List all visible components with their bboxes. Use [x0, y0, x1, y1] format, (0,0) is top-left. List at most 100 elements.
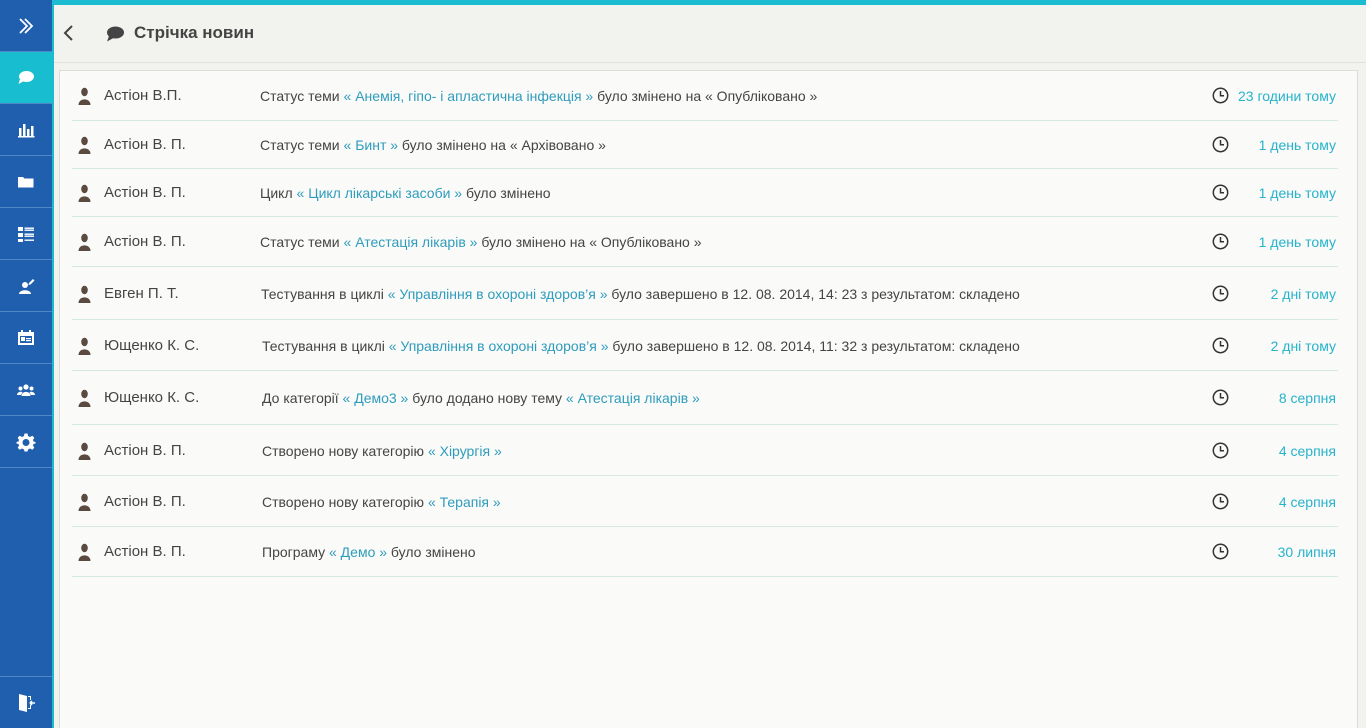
feed-item-link[interactable]: « Атестація лікарів »	[566, 390, 700, 406]
feed-item: Астіон В. П. Статус теми « Атестація ліка…	[72, 217, 1338, 267]
feed-item-user[interactable]: Астіон В. П.	[104, 543, 186, 560]
sidebar-item-groups[interactable]	[0, 364, 52, 416]
feed-item-text: було завершено в 12. 08. 2014, 14: 23 з …	[607, 286, 1020, 302]
clock-icon	[1212, 337, 1229, 354]
feed-item-link[interactable]: « Атестація лікарів »	[344, 234, 478, 250]
user-silhouette-icon	[78, 389, 91, 407]
feed-item-text: Статус теми	[260, 137, 344, 153]
feed-item-time[interactable]: 1 день тому	[1259, 137, 1336, 153]
list-icon	[18, 226, 34, 242]
clock-icon	[1212, 543, 1229, 560]
feed-item-user[interactable]: Ющенко К. С.	[104, 389, 199, 406]
sidebar-expand-button[interactable]	[0, 0, 52, 52]
back-button[interactable]	[60, 21, 76, 45]
sidebar-item-calendar[interactable]	[0, 312, 52, 364]
feed-item-link[interactable]: « Анемія, гіпо- і апластична інфекція »	[344, 88, 594, 104]
feed-item-message: Статус теми « Анемія, гіпо- і апластична…	[260, 88, 817, 104]
feed-item-text: було змінено на « Опубліковано »	[477, 234, 702, 250]
logout-door-icon	[19, 693, 35, 712]
gear-icon	[16, 433, 36, 451]
folder-icon	[18, 176, 34, 187]
feed-item-message: Створено нову категорію « Хірургія »	[262, 443, 502, 459]
clock-icon	[1212, 442, 1229, 459]
feed-item: Астіон В. П. Створено нову категорію « Те…	[72, 476, 1338, 527]
feed-item: Астіон В. П. Цикл « Цикл лікарські засоби…	[72, 169, 1338, 217]
sidebar-item-lists[interactable]	[0, 208, 52, 260]
feed-item-user[interactable]: Астіон В. П.	[104, 442, 186, 459]
feed-item: Ющенко К. С. До категорії « Демо3 » було …	[72, 371, 1338, 425]
feed-item-message: Тестування в циклі « Управління в охорон…	[262, 338, 1020, 354]
page-title: Стрічка новин	[134, 23, 255, 42]
sidebar-item-users[interactable]	[0, 260, 52, 312]
feed-item-link[interactable]: « Демо3 »	[343, 390, 409, 406]
feed-item-time[interactable]: 1 день тому	[1259, 185, 1336, 201]
sidebar-item-folders[interactable]	[0, 156, 52, 208]
feed-item-text: було завершено в 12. 08. 2014, 11: 32 з …	[608, 338, 1020, 354]
feed-item-user[interactable]: Ющенко К. С.	[104, 337, 199, 354]
feed-item-user[interactable]: Астіон В.П.	[104, 87, 182, 104]
sidebar-item-settings[interactable]	[0, 416, 52, 468]
feed-item: Астіон В. П. Створено нову категорію « Хі…	[72, 425, 1338, 476]
feed-item-link[interactable]: « Управління в охороні здоров’я »	[388, 286, 608, 302]
feed-item-text: До категорії	[262, 390, 343, 406]
feed-item-text: було додано нову тему	[408, 390, 566, 406]
feed-item-text: Створено нову категорію	[262, 494, 428, 510]
feed-item-message: Статус теми « Бинт » було змінено на « А…	[260, 137, 606, 153]
feed-item-link[interactable]: « Управління в охороні здоров’я »	[389, 338, 609, 354]
feed-item-message: До категорії « Демо3 » було додано нову …	[262, 390, 700, 406]
feed-item-time[interactable]: 2 дні тому	[1271, 338, 1336, 354]
user-silhouette-icon	[78, 493, 91, 511]
feed-item-link[interactable]: « Хірургія »	[428, 443, 502, 459]
feed-item-text: Тестування в циклі	[261, 286, 388, 302]
chevron-left-icon	[63, 25, 73, 41]
feed-item-time[interactable]: 2 дні тому	[1271, 286, 1336, 302]
clock-icon	[1212, 389, 1229, 406]
feed-item-text: Статус теми	[260, 88, 344, 104]
user-silhouette-icon	[78, 233, 91, 251]
clock-icon	[1212, 493, 1229, 510]
user-silhouette-icon	[78, 87, 91, 105]
user-silhouette-icon	[78, 184, 91, 202]
feed-item-text: Тестування в циклі	[262, 338, 389, 354]
clock-icon	[1212, 285, 1229, 302]
feed-item-message: Цикл « Цикл лікарські засоби » було змін…	[260, 185, 551, 201]
feed-item-time[interactable]: 23 години тому	[1238, 88, 1336, 104]
feed-item-user[interactable]: Астіон В. П.	[104, 493, 186, 510]
feed-item-user[interactable]: Астіон В. П.	[104, 184, 186, 201]
sidebar-item-statistics[interactable]	[0, 104, 52, 156]
page-header: Стрічка новин	[54, 5, 1366, 63]
feed-item-text: було змінено	[387, 544, 476, 560]
feed-item-time[interactable]: 4 серпня	[1279, 443, 1336, 459]
feed-item-time[interactable]: 30 липня	[1278, 544, 1336, 560]
feed-item: Евген П. Т. Тестування в циклі « Управлін…	[72, 267, 1338, 320]
feed-item-text: Статус теми	[260, 234, 344, 250]
user-silhouette-icon	[78, 543, 91, 561]
feed-item-link[interactable]: « Цикл лікарські засоби »	[297, 185, 463, 201]
sidebar-item-feed[interactable]	[0, 52, 52, 104]
sidebar	[0, 0, 54, 728]
feed-item-time[interactable]: 8 серпня	[1279, 390, 1336, 406]
feed-item-text: Цикл	[260, 185, 297, 201]
user-silhouette-icon	[78, 442, 91, 460]
feed-item-user[interactable]: Евген П. Т.	[104, 285, 179, 302]
user-edit-icon	[19, 278, 35, 294]
group-icon	[17, 383, 35, 396]
feed-item-text: Програму	[262, 544, 329, 560]
feed-item-message: Статус теми « Атестація лікарів » було з…	[260, 234, 702, 250]
feed-item-time[interactable]: 4 серпня	[1279, 494, 1336, 510]
feed-item-user[interactable]: Астіон В. П.	[104, 233, 186, 250]
feed-item-text: Створено нову категорію	[262, 443, 428, 459]
bar-chart-icon	[18, 123, 35, 137]
feed-item-time[interactable]: 1 день тому	[1259, 234, 1336, 250]
logout-button[interactable]	[0, 676, 52, 728]
feed-item: Астіон В.П. Статус теми « Анемія, гіпо- і…	[72, 71, 1338, 121]
clock-icon	[1212, 233, 1229, 250]
feed-item-user[interactable]: Астіон В. П.	[104, 136, 186, 153]
clock-icon	[1212, 184, 1229, 201]
feed-item-link[interactable]: « Демо »	[329, 544, 387, 560]
news-feed-list: Астіон В.П. Статус теми « Анемія, гіпо- і…	[72, 71, 1338, 577]
feed-item-link[interactable]: « Терапія »	[428, 494, 501, 510]
feed-item-link[interactable]: « Бинт »	[344, 137, 399, 153]
user-silhouette-icon	[78, 337, 91, 355]
feed-item-text: було змінено	[462, 185, 551, 201]
